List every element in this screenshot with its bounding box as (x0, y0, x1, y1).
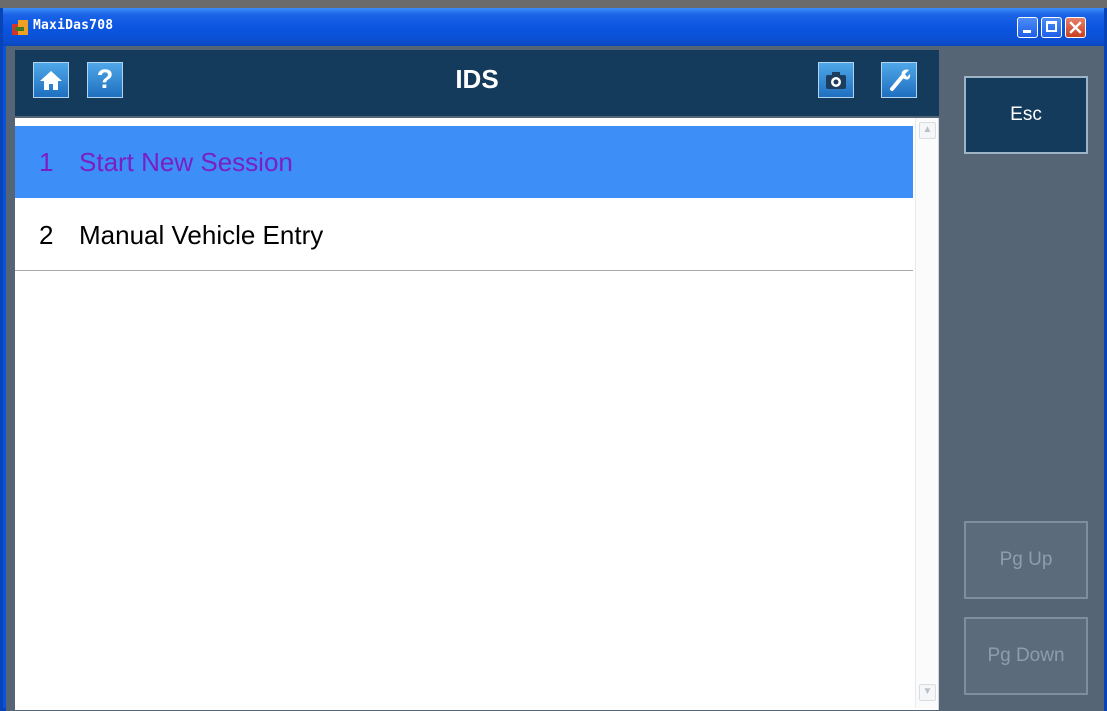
scroll-up-arrow[interactable]: ▲ (919, 122, 936, 139)
close-icon (1069, 21, 1082, 34)
window-title: MaxiDas708 (33, 18, 114, 33)
esc-button[interactable]: Esc (964, 76, 1088, 154)
page-down-button[interactable]: Pg Down (964, 617, 1088, 695)
item-number: 2 (39, 220, 54, 250)
app-icon (12, 20, 29, 35)
list-item[interactable]: 2 Manual Vehicle Entry (15, 199, 913, 271)
page-up-button[interactable]: Pg Up (964, 521, 1088, 599)
camera-icon (826, 72, 846, 89)
minimize-icon (1023, 30, 1031, 33)
screenshot-button[interactable] (818, 62, 854, 98)
page-title: IDS (455, 64, 499, 94)
item-label: Start New Session (79, 147, 293, 177)
title-bar[interactable]: MaxiDas708 (3, 8, 1104, 46)
vertical-scrollbar[interactable]: ▲ ▼ (915, 118, 938, 708)
maximize-icon (1046, 21, 1057, 32)
minimize-button[interactable] (1017, 17, 1038, 38)
item-number: 1 (39, 147, 54, 177)
list-item[interactable]: 1 Start New Session (15, 126, 913, 198)
top-toolbar: ? IDS (15, 50, 939, 116)
scroll-down-arrow[interactable]: ▼ (919, 684, 936, 701)
tools-button[interactable] (881, 62, 917, 98)
item-label: Manual Vehicle Entry (79, 220, 324, 250)
app-window: MaxiDas708 ? IDS 1 Start New Session 2 M… (0, 8, 1107, 711)
wrench-icon (890, 69, 911, 91)
client-area: ? IDS 1 Start New Session 2 Manual Vehic… (6, 46, 1104, 711)
menu-list: 1 Start New Session 2 Manual Vehicle Ent… (15, 118, 939, 710)
maximize-button[interactable] (1041, 17, 1062, 38)
close-button[interactable] (1065, 17, 1086, 38)
